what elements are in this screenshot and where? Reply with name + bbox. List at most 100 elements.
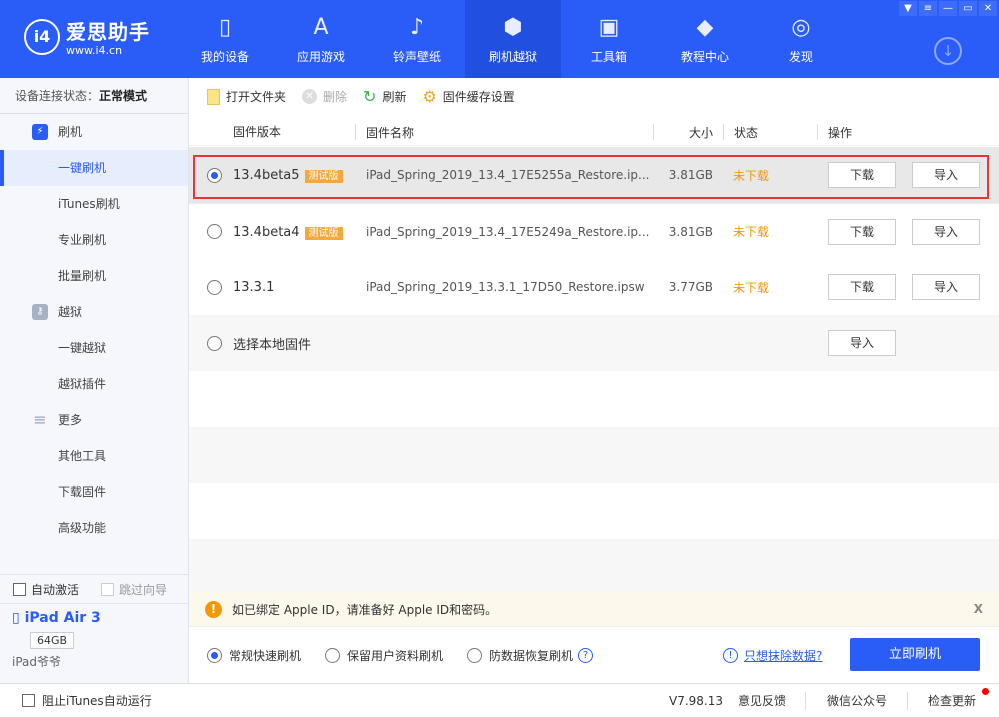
button-label: 固件缓存设置 (442, 90, 515, 104)
help-icon[interactable]: ? (578, 648, 594, 663)
nav-label: 教程中心 (680, 50, 729, 64)
close-icon[interactable]: ✕ (979, 1, 997, 16)
flash-now-button[interactable]: 立即刷机 (850, 638, 980, 671)
maximize-icon[interactable]: ▭ (959, 1, 977, 16)
app-url: www.i4.cn (66, 44, 123, 57)
skin-icon[interactable]: ▼ (899, 1, 917, 16)
feedback-link[interactable]: 意见反馈 (738, 692, 786, 709)
firmware-name: iPad_Spring_2019_13.3.1_17D50_Restore.ip… (366, 280, 645, 294)
row-radio[interactable] (207, 167, 222, 183)
sidebar-item-pro-flash[interactable]: 专业刷机 (0, 222, 188, 258)
option-keep-data[interactable]: 保留用户资料刷机 (325, 647, 443, 664)
button-label: 打开文件夹 (226, 90, 287, 104)
music-icon: ♪ (409, 15, 425, 40)
import-local-button[interactable]: 导入 (828, 330, 896, 356)
col-name: 固件名称 (355, 123, 414, 140)
link-label: 只想抹除数据? (744, 649, 823, 663)
row-radio[interactable] (207, 279, 222, 295)
app-store-icon: A (313, 15, 329, 40)
table-row[interactable]: 13.3.1 iPad_Spring_2019_13.3.1_17D50_Res… (189, 259, 999, 315)
import-button[interactable]: 导入 (912, 162, 980, 188)
radio[interactable] (207, 648, 222, 663)
delete-icon: ✕ (302, 89, 318, 104)
download-button[interactable]: 下载 (828, 162, 896, 188)
erase-data-link[interactable]: ! 只想抹除数据? (723, 647, 822, 664)
local-firmware-row[interactable]: 选择本地固件 导入 (189, 315, 999, 371)
status-bar: 阻止iTunes自动运行 V7.98.13 意见反馈 微信公众号 检查更新 (0, 683, 999, 717)
menu-icon[interactable]: ≡ (919, 1, 937, 16)
sidebar-group-jailbreak[interactable]: ⚷ 越狱 (0, 294, 188, 330)
beta-badge: 测试版 (304, 170, 343, 183)
check-update-link[interactable]: 检查更新 (928, 692, 976, 709)
empty-row (189, 427, 999, 483)
cache-settings-button[interactable]: ⚙ 固件缓存设置 (422, 87, 514, 106)
folder-icon (207, 88, 220, 105)
sidebar-item-other-tools[interactable]: 其他工具 (0, 438, 188, 474)
toolbar: 打开文件夹 ✕ 删除 ↻ 刷新 ⚙ 固件缓存设置 (189, 78, 999, 115)
sidebar-item-one-click-jailbreak[interactable]: 一键越狱 (0, 330, 188, 366)
empty-row (189, 539, 999, 592)
top-bar: i4 爱思助手 www.i4.cn ▯ 我的设备 A 应用游戏 ♪ 铃声壁纸 ⬢ 刷机越狱… (0, 0, 999, 78)
block-itunes-checkbox[interactable] (22, 694, 35, 707)
sidebar-item-download-firmware[interactable]: 下载固件 (0, 474, 188, 510)
firmware-size: 3.77GB (668, 280, 713, 294)
download-manager-icon[interactable]: ↓ (934, 37, 962, 65)
sidebar-group-more[interactable]: ≡ 更多 (0, 402, 188, 438)
app-logo: i4 爱思助手 www.i4.cn (24, 16, 150, 57)
nav-label: 刷机越狱 (488, 50, 537, 64)
nav-label: 工具箱 (590, 50, 627, 64)
sidebar-item-advanced[interactable]: 高级功能 (0, 510, 188, 546)
button-label: 刷新 (382, 90, 407, 104)
close-notice-icon[interactable]: X (974, 602, 983, 616)
download-button[interactable]: 下载 (828, 274, 896, 300)
option-normal[interactable]: 常规快速刷机 (207, 647, 301, 664)
button-label: 删除 (323, 90, 348, 104)
firmware-version: 13.4beta4 (233, 224, 300, 240)
auto-activate-checkbox[interactable] (13, 582, 26, 596)
import-button[interactable]: 导入 (912, 218, 980, 245)
gear-icon: ⚙ (422, 87, 437, 106)
row-radio[interactable] (207, 335, 222, 351)
minimize-icon[interactable]: — (939, 1, 957, 16)
block-itunes-label: 阻止iTunes自动运行 (42, 694, 152, 708)
wechat-link[interactable]: 微信公众号 (827, 692, 887, 709)
table-row[interactable]: 13.4beta5 测试版 iPad_Spring_2019_13.4_17E52… (189, 147, 999, 203)
sidebar-group-flash[interactable]: ⚡ 刷机 (0, 114, 188, 150)
row-radio[interactable] (207, 224, 222, 239)
download-button[interactable]: 下载 (828, 218, 896, 245)
sidebar-item-itunes-flash[interactable]: iTunes刷机 (0, 186, 188, 222)
nav-label: 应用游戏 (296, 50, 345, 64)
delete-button[interactable]: ✕ 删除 (302, 88, 347, 105)
option-anti-recovery[interactable]: 防数据恢复刷机? (467, 647, 594, 664)
sidebar-item-batch-flash[interactable]: 批量刷机 (0, 258, 188, 294)
radio[interactable] (325, 648, 340, 663)
device-card: ▯ iPad Air 3 64GB iPad爷爷 (12, 610, 101, 670)
nav-ringtones[interactable]: ♪ 铃声壁纸 (369, 0, 465, 78)
status-label: 设备连接状态： (15, 89, 100, 103)
sidebar-item-label: 越狱 (58, 305, 83, 319)
radio[interactable] (467, 648, 482, 663)
nav-my-device[interactable]: ▯ 我的设备 (177, 0, 273, 78)
import-button[interactable]: 导入 (912, 274, 980, 300)
col-version: 固件版本 (233, 125, 282, 139)
nav-discover[interactable]: ◎ 发现 (753, 0, 849, 78)
sidebar-item-jailbreak-plugins[interactable]: 越狱插件 (0, 366, 188, 402)
apple-id-notice: ! 如已绑定 Apple ID，请准备好 Apple ID和密码。 X (189, 592, 999, 626)
sidebar-item-label: 更多 (58, 413, 83, 427)
nav-label: 我的设备 (200, 50, 249, 64)
refresh-button[interactable]: ↻ 刷新 (363, 87, 406, 106)
nav-flash-jailbreak[interactable]: ⬢ 刷机越狱 (465, 0, 561, 78)
option-label: 防数据恢复刷机 (489, 649, 574, 663)
auto-activate-label: 自动激活 (31, 582, 80, 597)
sidebar-item-one-click-flash[interactable]: 一键刷机 (0, 150, 188, 186)
toolbox-icon: ▣ (598, 15, 620, 40)
skip-guide-checkbox[interactable] (101, 582, 115, 596)
table-row[interactable]: 13.4beta4 测试版 iPad_Spring_2019_13.4_17E52… (189, 203, 999, 259)
shield-icon: ⬢ (503, 15, 523, 40)
flash-options: 常规快速刷机 保留用户资料刷机 防数据恢复刷机? ! 只想抹除数据? 立即刷机 (189, 626, 999, 683)
nav-tutorials[interactable]: ◆ 教程中心 (657, 0, 753, 78)
nav-apps[interactable]: A 应用游戏 (273, 0, 369, 78)
nav-toolbox[interactable]: ▣ 工具箱 (561, 0, 657, 78)
open-folder-button[interactable]: 打开文件夹 (207, 88, 286, 105)
option-label: 保留用户资料刷机 (347, 649, 444, 663)
